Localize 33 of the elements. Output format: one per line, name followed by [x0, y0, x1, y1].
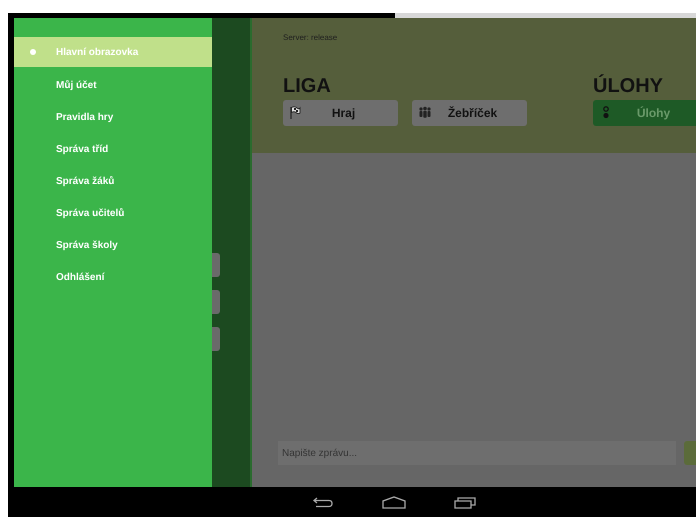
drawer-item-label: Správa školy: [56, 238, 118, 252]
drawer-item[interactable]: Správa učitelů: [14, 197, 212, 229]
drawer-item[interactable]: Správa tříd: [14, 133, 212, 165]
home-icon[interactable]: [382, 496, 406, 508]
tab-edge[interactable]: [212, 327, 220, 351]
section-title: ÚLOHY: [593, 74, 664, 99]
drawer-item-label: Odhlášení: [56, 270, 104, 284]
server-label: Server: release: [283, 32, 338, 44]
message-field[interactable]: Napište zprávu...: [278, 441, 676, 465]
drawer-item[interactable]: Správa školy: [14, 229, 212, 261]
drawer-item-label: Můj účet: [56, 78, 97, 92]
section-title: LIGA: [283, 74, 332, 99]
menu-button[interactable]: Hraj: [283, 100, 398, 126]
drawer-item[interactable]: Odhlášení: [14, 261, 212, 293]
drawer-item[interactable]: Hlavní obrazovka: [14, 37, 212, 67]
drawer-item[interactable]: Pravidla hry: [14, 101, 212, 133]
drawer-item-label: Správa učitelů: [56, 206, 124, 220]
send-button[interactable]: [684, 441, 696, 465]
menu-button[interactable]: Žebříček: [412, 100, 527, 126]
drawer-item-label: Hlavní obrazovka: [56, 46, 138, 60]
people-icon: [418, 106, 432, 120]
drawer-item-label: Pravidla hry: [56, 110, 114, 124]
drawer-item[interactable]: Můj účet: [14, 69, 212, 101]
tab-edge[interactable]: [212, 290, 220, 314]
recent-apps-icon[interactable]: [454, 496, 476, 508]
bullet-icon: [30, 49, 36, 55]
drawer-item-label: Správa žáků: [56, 174, 114, 188]
back-icon[interactable]: [312, 496, 334, 508]
menu-button[interactable]: Úlohy: [593, 100, 696, 126]
tab-edge[interactable]: [212, 253, 220, 277]
flag-icon: [289, 106, 303, 120]
drawer-item[interactable]: Správa žáků: [14, 165, 212, 197]
drawer-item-label: Správa tříd: [56, 142, 108, 156]
